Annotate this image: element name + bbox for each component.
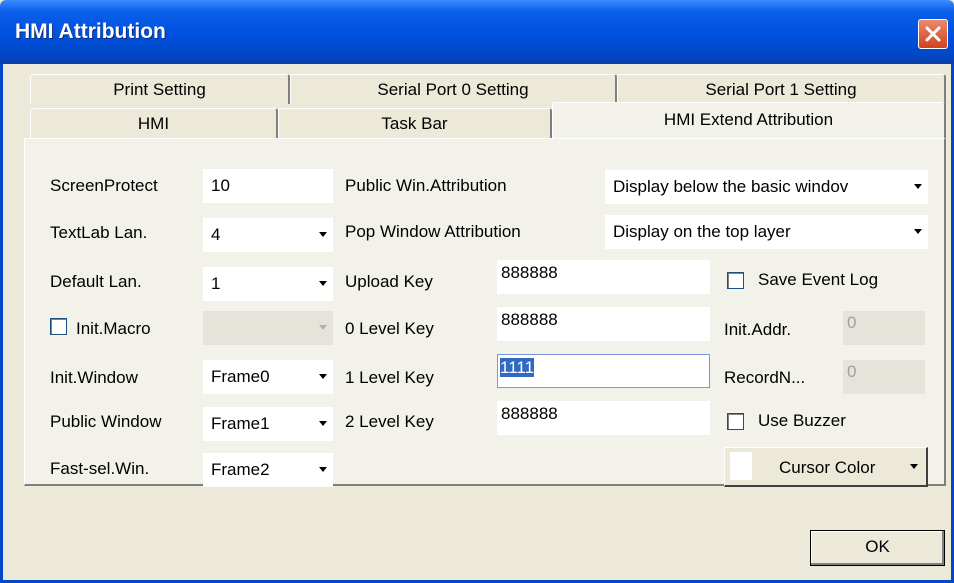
public-win-attribution-label: Public Win.Attribution [345,176,507,195]
init-addr-value: 0 [847,313,857,332]
default-lan-label: Default Lan. [50,272,142,291]
tab-serial-port-1-setting[interactable]: Serial Port 1 Setting [617,74,946,104]
upload-key-label: Upload Key [345,272,433,291]
pop-window-attribution-value: Display on the top layer [613,222,791,241]
save-event-log-label: Save Event Log [758,270,879,289]
window-frame-left [0,64,3,583]
tab-serial-port-0-setting[interactable]: Serial Port 0 Setting [290,74,617,104]
public-win-attribution-value: Display below the basic windov [613,177,849,196]
tab-label: HMI [137,114,170,133]
chevron-down-icon [319,232,327,237]
fast-sel-win-value: Frame2 [211,460,270,479]
pop-window-attribution-label: Pop Window Attribution [345,222,521,241]
upload-key-value: 888888 [501,263,558,282]
init-window-select[interactable]: Frame0 [203,360,333,394]
upload-key-input[interactable]: 888888 [497,260,710,294]
public-window-value: Frame1 [211,414,270,433]
level-0-key-value: 888888 [501,310,558,329]
record-n-value: 0 [847,362,857,381]
use-buzzer-checkbox[interactable] [727,413,744,430]
level-2-key-value: 888888 [501,404,558,423]
fast-sel-win-label: Fast-sel.Win. [50,459,150,478]
record-n-input[interactable]: 0 [843,360,925,394]
level-0-key-input[interactable]: 888888 [497,307,710,341]
window-title: HMI Attribution [15,20,166,43]
init-macro-label: Init.Macro [76,319,151,338]
cursor-color-label: Cursor Color [779,458,876,477]
use-buzzer-label: Use Buzzer [758,411,846,430]
tab-task-bar[interactable]: Task Bar [278,108,552,138]
textlab-lan-select[interactable]: 4 [203,218,333,252]
record-n-label: RecordN... [724,368,806,387]
level-2-key-input[interactable]: 888888 [497,401,710,435]
level-1-key-input[interactable]: 1111 [497,354,710,388]
chevron-down-icon [319,281,327,286]
default-lan-select[interactable]: 1 [203,267,333,301]
init-window-label: Init.Window [50,368,138,387]
pop-window-attribution-select[interactable]: Display on the top layer [605,215,928,249]
public-win-attribution-select[interactable]: Display below the basic windov [605,170,928,204]
fast-sel-win-select[interactable]: Frame2 [203,453,333,487]
init-macro-select[interactable] [203,311,333,345]
level-2-key-label: 2 Level Key [345,412,434,431]
cursor-color-button[interactable]: Cursor Color [724,447,928,487]
tab-label: Task Bar [381,114,448,133]
screen-protect-input[interactable]: 10 [203,169,333,203]
init-addr-input[interactable]: 0 [843,311,925,345]
chevron-down-icon [319,325,327,330]
close-button[interactable] [918,19,948,49]
public-window-select[interactable]: Frame1 [203,407,333,441]
screen-protect-value: 10 [211,176,230,195]
tab-hmi[interactable]: HMI [30,108,278,138]
tab-label: Serial Port 1 Setting [705,80,857,99]
level-1-key-value: 1111 [500,358,535,377]
init-macro-checkbox[interactable] [50,318,67,335]
chevron-down-icon [910,464,918,469]
chevron-down-icon [914,229,922,234]
public-window-label: Public Window [50,412,162,431]
chevron-down-icon [319,374,327,379]
textlab-lan-label: TextLab Lan. [50,223,148,242]
tab-hmi-extend-attribution[interactable]: HMI Extend Attribution [552,102,946,138]
init-addr-label: Init.Addr. [724,320,792,339]
ok-label: OK [865,537,890,556]
tab-label: Print Setting [113,80,206,99]
textlab-lan-value: 4 [211,225,221,244]
default-lan-value: 1 [211,274,221,293]
screen-protect-label: ScreenProtect [50,176,158,195]
title-bar: HMI Attribution [0,0,954,64]
tab-print-setting[interactable]: Print Setting [30,74,290,104]
init-window-value: Frame0 [211,367,270,386]
level-0-key-label: 0 Level Key [345,319,434,338]
chevron-down-icon [914,184,922,189]
tab-label: Serial Port 0 Setting [377,80,529,99]
ok-button[interactable]: OK [810,530,945,566]
chevron-down-icon [319,467,327,472]
cursor-color-swatch [730,452,752,480]
close-icon [925,26,941,42]
tab-label: HMI Extend Attribution [663,110,834,129]
save-event-log-checkbox[interactable] [727,272,744,289]
chevron-down-icon [319,421,327,426]
level-1-key-label: 1 Level Key [345,368,434,387]
